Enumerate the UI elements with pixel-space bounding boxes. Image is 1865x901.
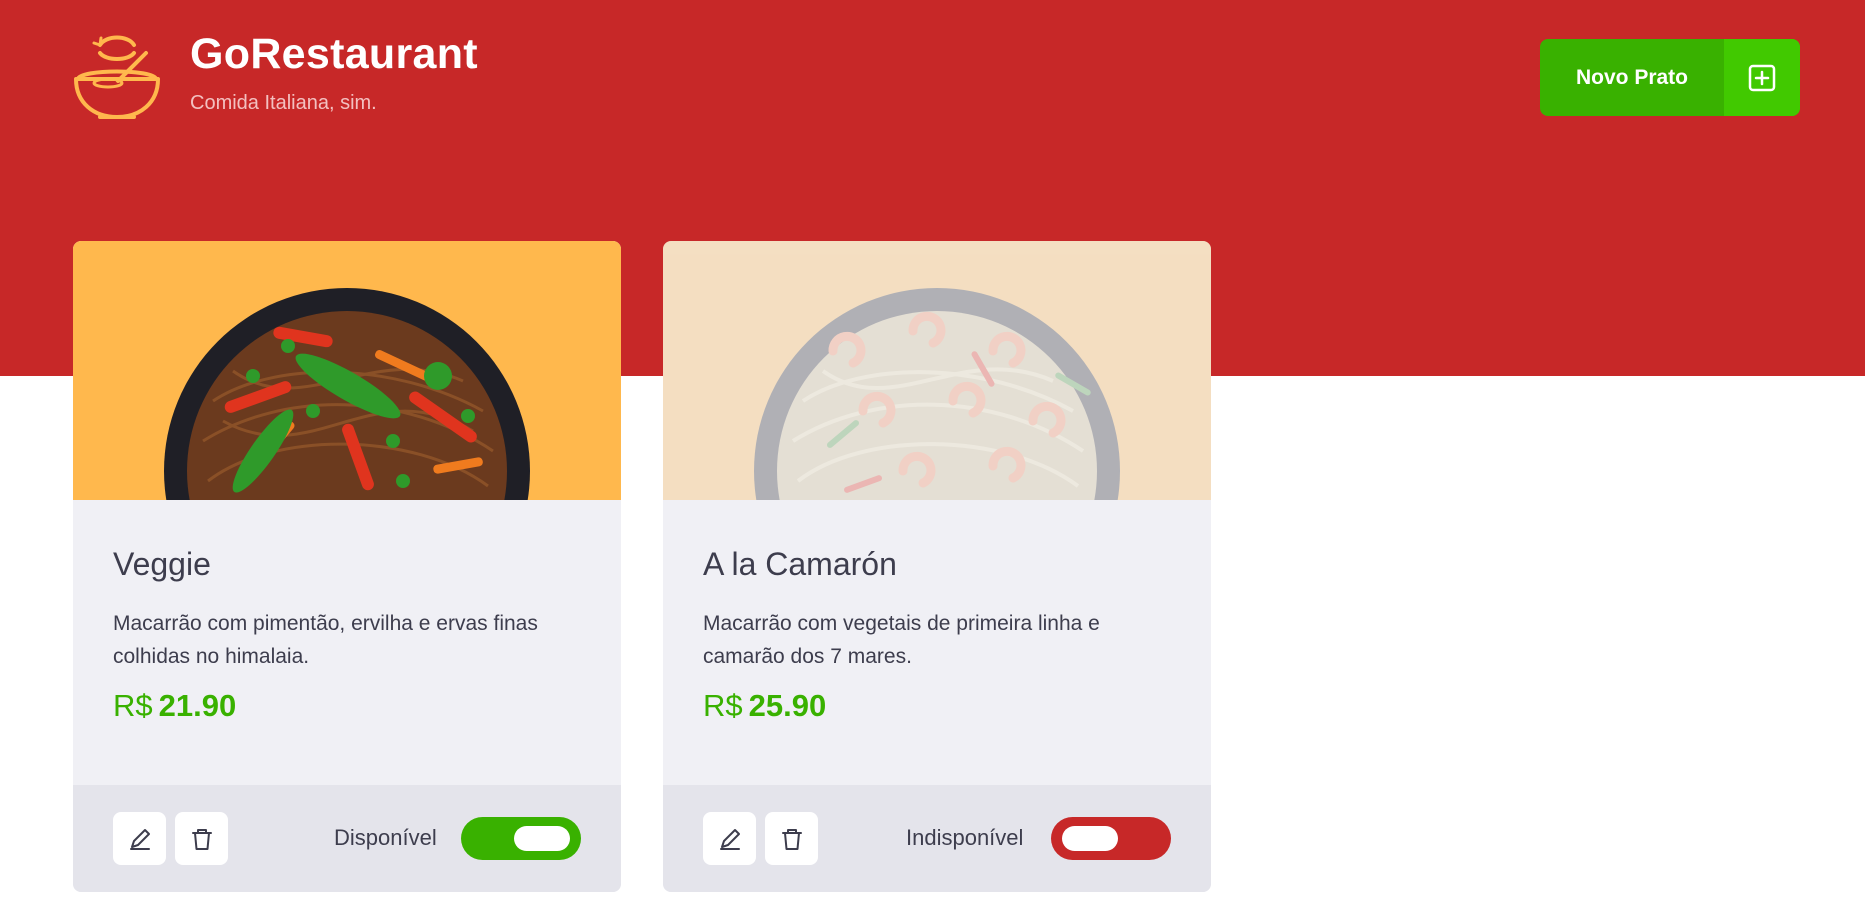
price-value: 25.90 — [748, 688, 827, 723]
dish-description: Macarrão com pimentão, ervilha e ervas f… — [113, 612, 538, 668]
dish-name: Veggie — [113, 546, 211, 582]
dish-description: Macarrão com vegetais de primeira linha … — [703, 612, 1100, 668]
availability-label: Indisponível — [906, 825, 1024, 850]
bowl-icon — [74, 35, 160, 119]
new-dish-button-label: Novo Prato — [1575, 65, 1688, 89]
availability-label: Disponível — [334, 825, 437, 850]
price-currency: R$ — [703, 688, 743, 723]
dish-info: A la Camarón Macarrão com vegetais de pr… — [663, 500, 1211, 726]
price-currency: R$ — [113, 688, 153, 723]
dish-card-a-la-camaron: A la Camarón Macarrão com vegetais de pr… — [663, 241, 1211, 892]
brand-subtitle: Comida Italiana, sim. — [190, 92, 377, 114]
dish-price: R$ 21.90 — [113, 688, 236, 724]
trash-icon — [191, 828, 212, 850]
toggle-knob — [1062, 826, 1118, 851]
pencil-icon — [129, 828, 150, 850]
delete-button[interactable] — [175, 812, 228, 865]
dish-name: A la Camarón — [703, 546, 897, 582]
new-dish-button[interactable]: Novo Prato — [1540, 39, 1800, 116]
dish-actions: Disponível — [73, 785, 621, 892]
edit-button[interactable] — [113, 812, 166, 865]
dish-info: Veggie Macarrão com pimentão, ervilha e … — [73, 500, 621, 726]
edit-button[interactable] — [703, 812, 756, 865]
plus-square-icon — [1724, 39, 1800, 116]
dish-image-veggie — [73, 241, 621, 500]
availability-toggle[interactable] — [1051, 817, 1171, 860]
pencil-icon — [719, 828, 740, 850]
dish-actions: Indisponível — [663, 785, 1211, 892]
delete-button[interactable] — [765, 812, 818, 865]
toggle-knob — [514, 826, 570, 851]
price-value: 21.90 — [158, 688, 237, 723]
dish-price: R$ 25.90 — [703, 688, 826, 724]
dish-image-a-la-camaron — [663, 241, 1211, 500]
trash-icon — [781, 828, 802, 850]
availability-toggle[interactable] — [461, 817, 581, 860]
brand-title: GoRestaurant — [190, 30, 478, 78]
dish-card-veggie: Veggie Macarrão com pimentão, ervilha e … — [73, 241, 621, 892]
